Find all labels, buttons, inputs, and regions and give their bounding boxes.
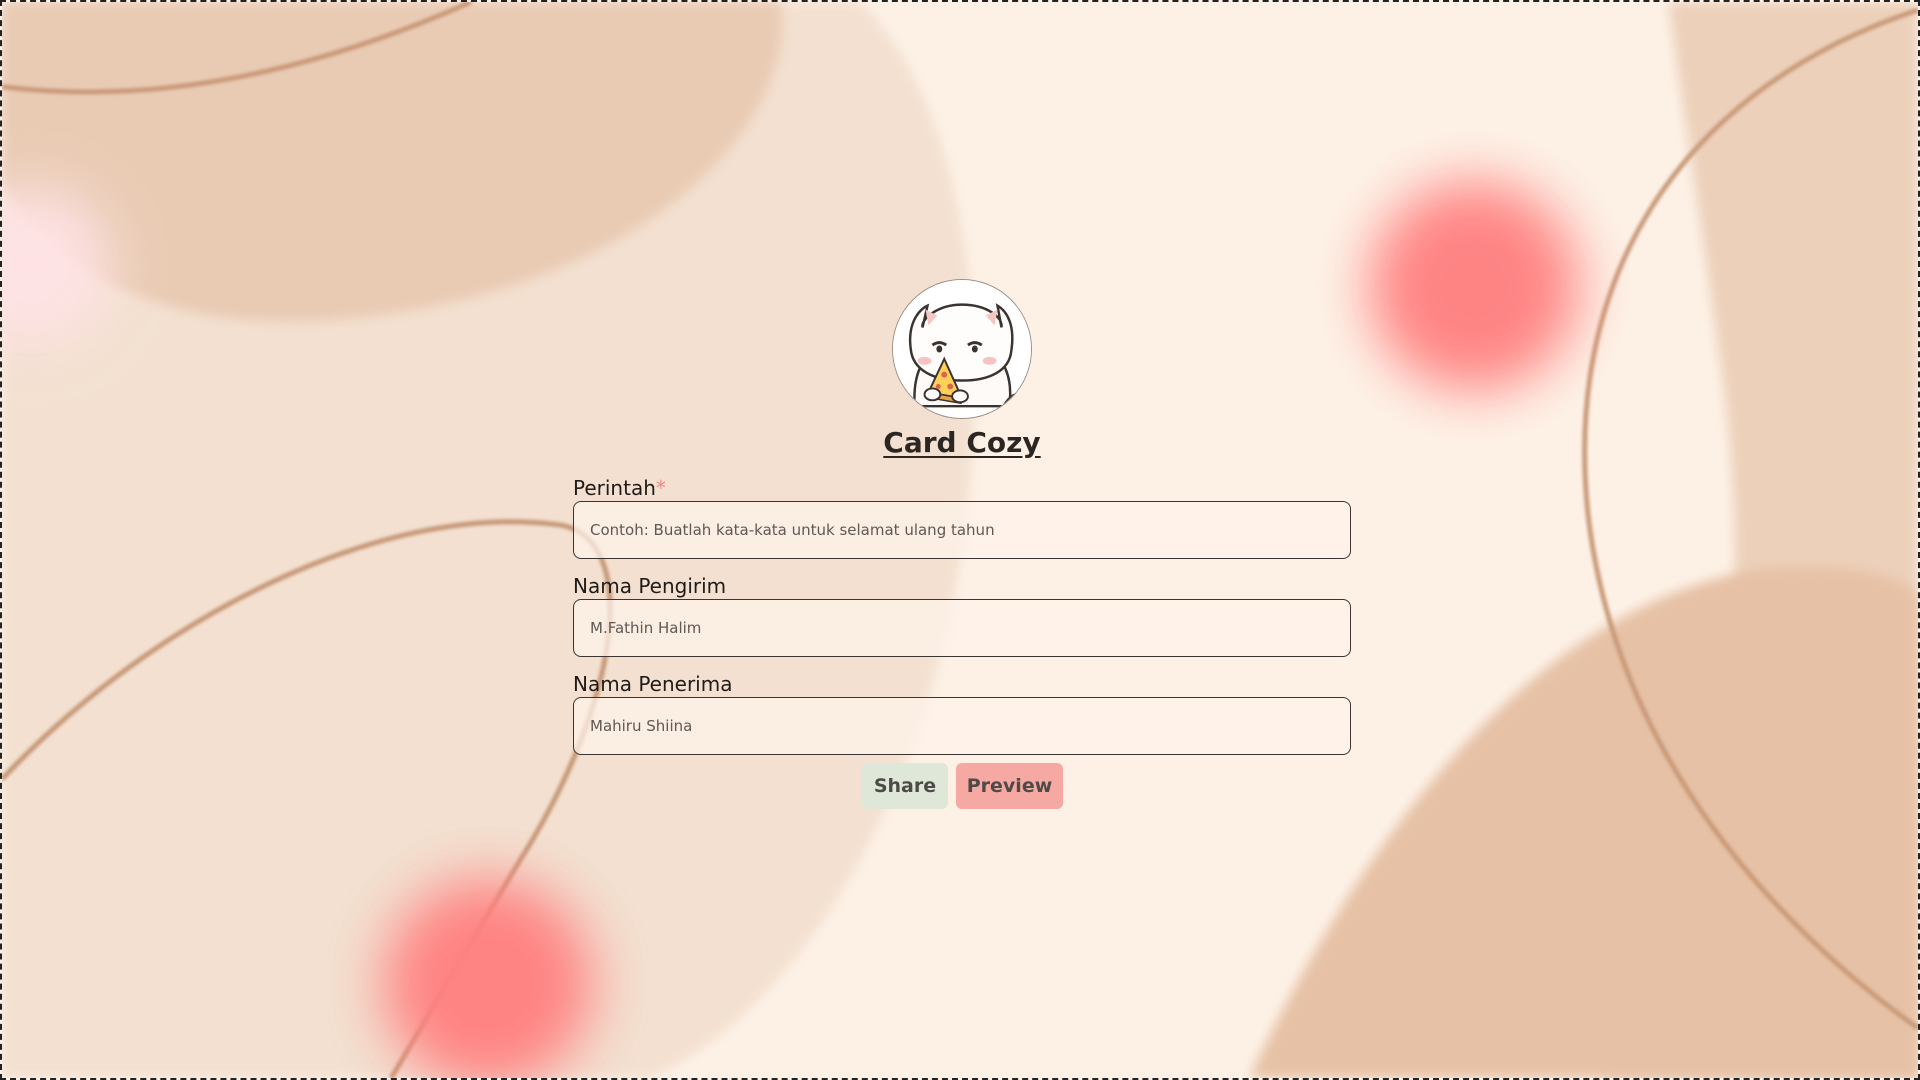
required-marker: * — [655, 476, 666, 500]
perintah-input[interactable] — [573, 501, 1351, 559]
penerima-label: Nama Penerima — [573, 672, 733, 696]
perintah-label: Perintah* — [573, 476, 666, 500]
penerima-input[interactable] — [573, 697, 1351, 755]
page-title: Card Cozy — [883, 426, 1041, 459]
page: Card Cozy Perintah* Nama Pengirim Nama P… — [0, 0, 1920, 1080]
pengirim-label: Nama Pengirim — [573, 574, 727, 598]
cat-eating-pizza-icon — [892, 279, 1032, 419]
perintah-label-text: Perintah — [573, 476, 656, 500]
pengirim-input[interactable] — [573, 599, 1351, 657]
preview-button[interactable]: Preview — [956, 763, 1063, 809]
share-button[interactable]: Share — [862, 763, 948, 809]
form-container: Card Cozy Perintah* Nama Pengirim Nama P… — [2, 2, 1918, 1078]
